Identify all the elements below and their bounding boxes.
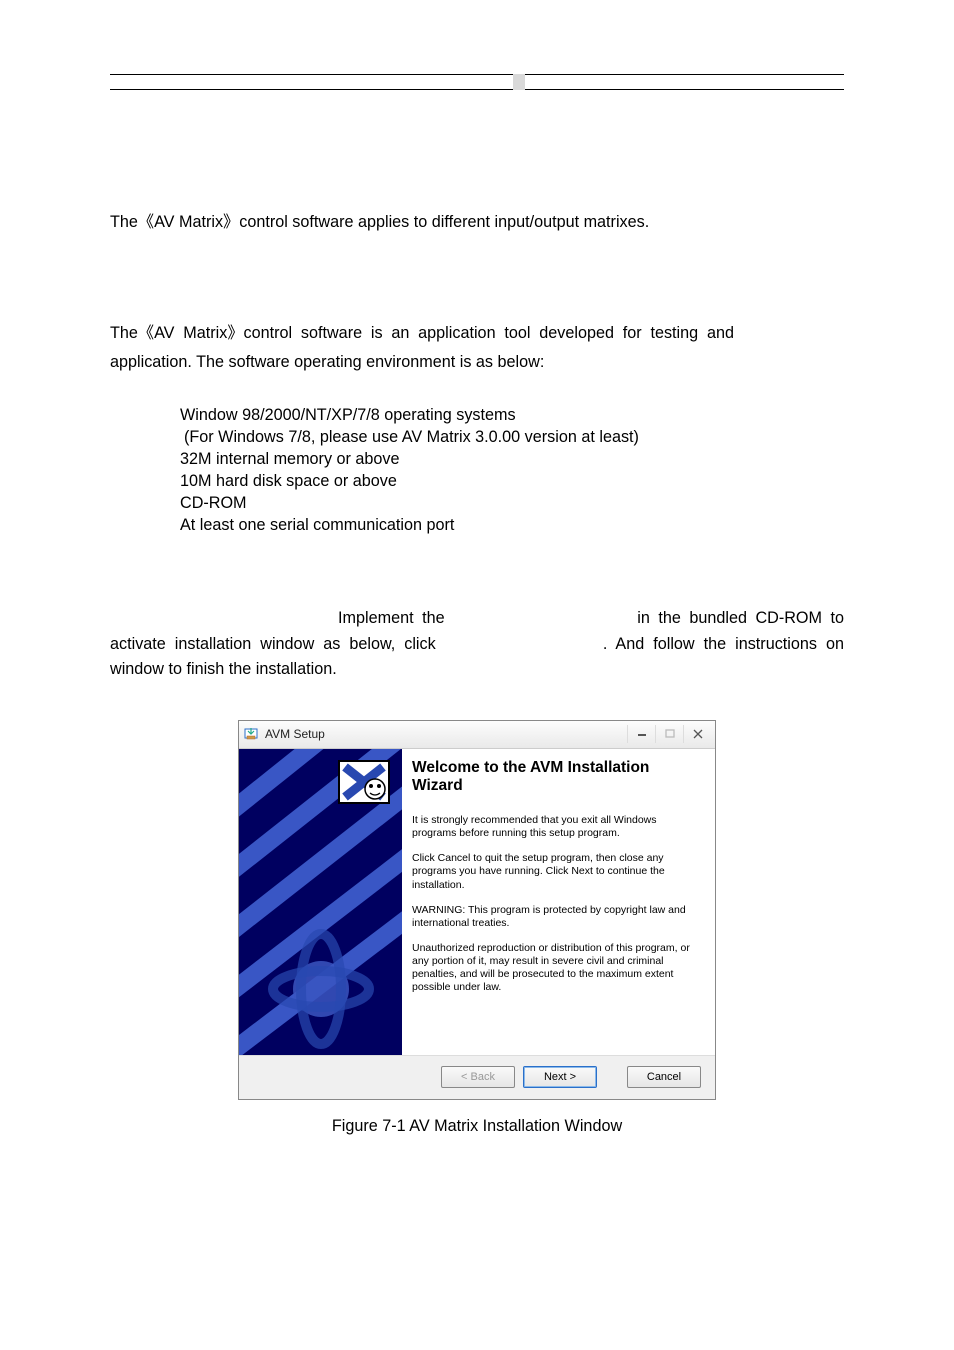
wizard-p1: It is strongly recommended that you exit… [412,814,697,840]
requirements-list: Window 98/2000/NT/XP/7/8 operating syste… [180,405,844,536]
wizard-heading: Welcome to the AVM Installation Wizard [412,759,697,796]
wizard-sidebar-image [239,749,402,1055]
installer-icon [243,726,259,742]
titlebar: AVM Setup [239,721,715,749]
install-l1-a: Implement the [338,606,445,631]
header-center-mark [513,74,525,90]
intro-paragraph: The《AV Matrix》control software applies t… [110,210,844,235]
req-disk: 10M hard disk space or above [180,471,844,493]
env-line-a: The《AV Matrix》control software is an app… [110,321,734,346]
installer-window: AVM Setup [238,720,716,1100]
install-l2-a: activate installation window as below, c… [110,632,436,657]
close-button[interactable] [683,725,711,743]
wizard-button-row: < Back Next > Cancel [239,1055,715,1099]
env-line-b: application. The software operating envi… [110,350,844,375]
wizard-p2: Click Cancel to quit the setup program, … [412,852,697,891]
wizard-p3: WARNING: This program is protected by co… [412,904,697,930]
minimize-button[interactable] [627,725,655,743]
req-os-note: (For Windows 7/8, please use AV Matrix 3… [184,427,844,449]
window-title: AVM Setup [265,725,627,744]
cancel-button[interactable]: Cancel [627,1066,701,1088]
req-os: Window 98/2000/NT/XP/7/8 operating syste… [180,405,844,427]
install-l3: window to finish the installation. [110,657,844,682]
install-l2-b: . And follow the instructions on [603,632,844,657]
req-cdrom: CD-ROM [180,493,844,515]
wizard-p4: Unauthorized reproduction or distributio… [412,942,697,995]
install-l1-b: in the bundled CD-ROM to [637,606,844,631]
wizard-content: Welcome to the AVM Installation Wizard I… [402,749,715,1055]
next-button[interactable]: Next > [523,1066,597,1088]
req-serial: At least one serial communication port [180,515,844,537]
figure-caption: Figure 7-1 AV Matrix Installation Window [110,1114,844,1139]
maximize-button [655,725,683,743]
header-rule [110,74,844,90]
back-button: < Back [441,1066,515,1088]
req-memory: 32M internal memory or above [180,449,844,471]
